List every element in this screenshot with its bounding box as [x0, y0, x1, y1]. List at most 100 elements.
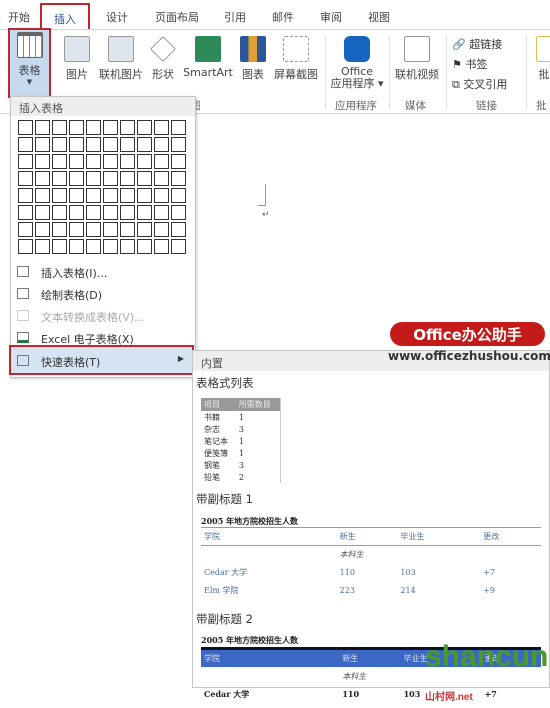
grid-cell[interactable] [154, 205, 169, 220]
grid-cell[interactable] [69, 137, 84, 152]
grid-cell[interactable] [171, 171, 186, 186]
grid-cell[interactable] [137, 137, 152, 152]
grid-cell[interactable] [86, 222, 101, 237]
grid-cell[interactable] [103, 222, 118, 237]
table-button[interactable]: 表格 ▼ [8, 28, 51, 98]
grid-cell[interactable] [52, 171, 67, 186]
grid-cell[interactable] [120, 171, 135, 186]
grid-cell[interactable] [35, 239, 50, 254]
shapes-button[interactable]: 形状 [148, 34, 178, 82]
grid-cell[interactable] [103, 239, 118, 254]
tab-home[interactable]: 开始 [8, 9, 30, 25]
tab-review[interactable]: 审阅 [320, 9, 342, 25]
grid-cell[interactable] [86, 171, 101, 186]
grid-cell[interactable] [69, 171, 84, 186]
grid-cell[interactable] [120, 120, 135, 135]
smartart-button[interactable]: SmartArt [182, 34, 234, 79]
grid-cell[interactable] [69, 154, 84, 169]
tab-view[interactable]: 视图 [368, 9, 390, 25]
grid-cell[interactable] [69, 239, 84, 254]
grid-cell[interactable] [171, 205, 186, 220]
grid-cell[interactable] [18, 205, 33, 220]
tab-design[interactable]: 设计 [106, 9, 128, 25]
grid-cell[interactable] [86, 154, 101, 169]
grid-cell[interactable] [154, 154, 169, 169]
bookmark-button[interactable]: ⚑ 书签 [452, 55, 507, 75]
menu-item-quick-tables[interactable]: 快速表格(T) ▶ [9, 345, 194, 375]
online-video-button[interactable]: 联机视频 [392, 34, 442, 82]
grid-cell[interactable] [137, 154, 152, 169]
grid-cell[interactable] [86, 188, 101, 203]
picture-button[interactable]: 图片 [62, 34, 92, 82]
grid-cell[interactable] [52, 137, 67, 152]
grid-cell[interactable] [171, 222, 186, 237]
grid-cell[interactable] [18, 137, 33, 152]
grid-cell[interactable] [86, 239, 101, 254]
grid-cell[interactable] [18, 239, 33, 254]
online-picture-button[interactable]: 联机图片 [96, 34, 146, 82]
comment-button[interactable]: 批 [534, 34, 550, 82]
grid-cell[interactable] [120, 222, 135, 237]
grid-cell[interactable] [52, 120, 67, 135]
grid-cell[interactable] [154, 239, 169, 254]
grid-cell[interactable] [154, 137, 169, 152]
grid-cell[interactable] [120, 205, 135, 220]
menu-item-draw-table[interactable]: 绘制表格(D) [11, 283, 195, 305]
grid-cell[interactable] [120, 154, 135, 169]
screenshot-button[interactable]: 屏幕截图 [270, 34, 322, 82]
grid-cell[interactable] [103, 137, 118, 152]
tab-mailings[interactable]: 邮件 [272, 9, 294, 25]
office-apps-button[interactable]: Office 应用程序 ▾ [328, 34, 386, 90]
grid-cell[interactable] [18, 222, 33, 237]
grid-cell[interactable] [137, 239, 152, 254]
tabular-list-preview[interactable]: 项目 所需数目 书籍 1 杂志 3 笔记本 1 便笺簿 1 钢笔 3 铅笔 2 [201, 398, 281, 483]
grid-cell[interactable] [69, 120, 84, 135]
grid-cell[interactable] [86, 205, 101, 220]
grid-cell[interactable] [35, 188, 50, 203]
grid-cell[interactable] [154, 120, 169, 135]
grid-cell[interactable] [171, 154, 186, 169]
grid-cell[interactable] [52, 205, 67, 220]
grid-cell[interactable] [35, 120, 50, 135]
grid-cell[interactable] [103, 154, 118, 169]
grid-cell[interactable] [35, 154, 50, 169]
grid-cell[interactable] [154, 171, 169, 186]
grid-cell[interactable] [171, 120, 186, 135]
grid-cell[interactable] [18, 154, 33, 169]
grid-cell[interactable] [69, 205, 84, 220]
grid-cell[interactable] [103, 171, 118, 186]
tab-layout[interactable]: 页面布局 [155, 9, 199, 25]
grid-cell[interactable] [103, 205, 118, 220]
tab-insert[interactable]: 插入 [40, 3, 90, 29]
grid-cell[interactable] [18, 120, 33, 135]
grid-cell[interactable] [137, 188, 152, 203]
grid-cell[interactable] [35, 222, 50, 237]
grid-cell[interactable] [69, 222, 84, 237]
grid-cell[interactable] [137, 205, 152, 220]
grid-cell[interactable] [52, 222, 67, 237]
grid-cell[interactable] [137, 171, 152, 186]
grid-cell[interactable] [137, 120, 152, 135]
grid-cell[interactable] [35, 137, 50, 152]
grid-cell[interactable] [35, 205, 50, 220]
grid-cell[interactable] [69, 188, 84, 203]
chart-button[interactable]: 图表 [239, 34, 267, 82]
grid-cell[interactable] [18, 171, 33, 186]
grid-cell[interactable] [52, 239, 67, 254]
grid-cell[interactable] [86, 137, 101, 152]
menu-item-insert-table[interactable]: 插入表格(I)... [11, 261, 195, 283]
grid-cell[interactable] [171, 137, 186, 152]
table-size-grid[interactable] [17, 119, 187, 255]
grid-cell[interactable] [52, 154, 67, 169]
grid-cell[interactable] [154, 188, 169, 203]
cross-reference-button[interactable]: ⧉ 交叉引用 [452, 75, 507, 95]
grid-cell[interactable] [103, 188, 118, 203]
subheading1-preview[interactable]: 学院 新生 毕业生 更改 本科生 Cedar 大学 110 103 +7 Elm 学院 223 214… [201, 527, 541, 600]
grid-cell[interactable] [171, 188, 186, 203]
tab-references[interactable]: 引用 [224, 9, 246, 25]
grid-cell[interactable] [137, 222, 152, 237]
hyperlink-button[interactable]: 🔗 超链接 [452, 35, 507, 55]
grid-cell[interactable] [120, 137, 135, 152]
grid-cell[interactable] [154, 222, 169, 237]
grid-cell[interactable] [120, 239, 135, 254]
